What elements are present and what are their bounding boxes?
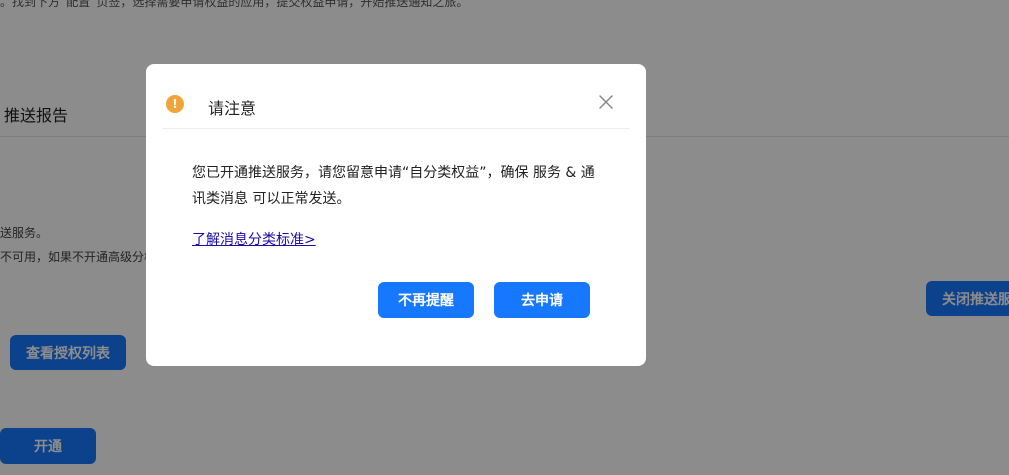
learn-classification-link[interactable]: 了解消息分类标准> (192, 229, 316, 249)
dialog-title: 请注意 (208, 99, 257, 118)
close-icon[interactable] (598, 94, 614, 110)
warning-circle-icon: ! (166, 95, 184, 113)
dont-remind-button[interactable]: 不再提醒 (378, 282, 474, 318)
notice-dialog: ! 请注意 您已开通推送服务，请您留意申请“自分类权益”，确保 服务 & 通讯类… (146, 64, 646, 366)
go-apply-button[interactable]: 去申请 (494, 282, 590, 318)
dialog-message: 您已开通推送服务，请您留意申请“自分类权益”，确保 服务 & 通讯类消息 可以正… (192, 165, 595, 207)
